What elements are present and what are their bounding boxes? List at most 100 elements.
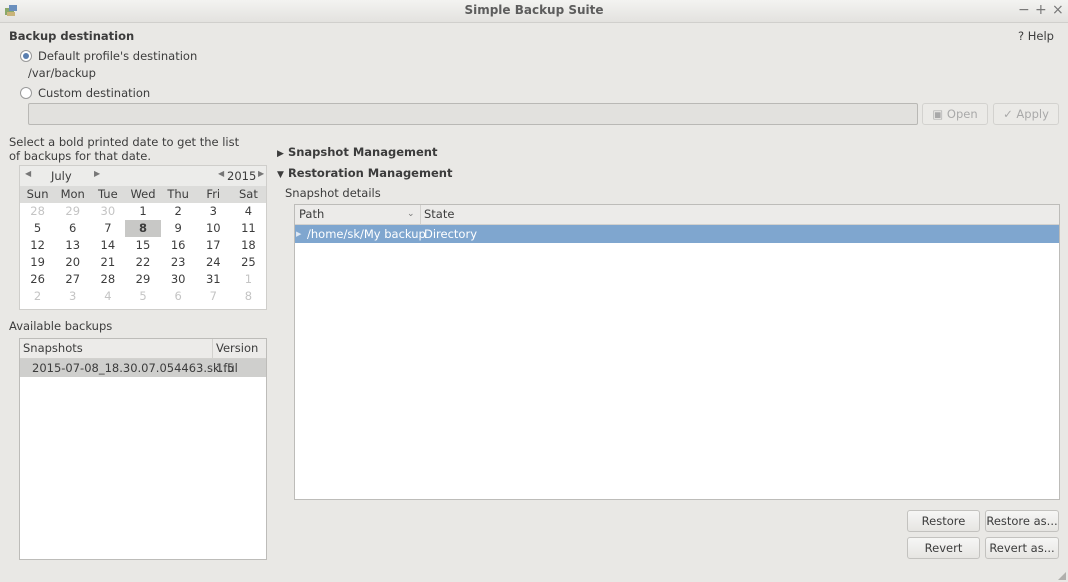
calendar-day[interactable]: 28 bbox=[20, 203, 55, 220]
backup-row[interactable]: 2015-07-08_18.30.07.054463.sk.ful 1.5 bbox=[20, 359, 266, 377]
snapshot-details-label: Snapshot details bbox=[285, 186, 381, 200]
maximize-button[interactable]: + bbox=[1035, 2, 1047, 18]
calendar-day[interactable]: 30 bbox=[161, 271, 196, 288]
calendar-day[interactable]: 24 bbox=[196, 254, 231, 271]
revert-as-button[interactable]: Revert as... bbox=[985, 537, 1059, 559]
backups-list[interactable]: Snapshots Version 2015-07-08_18.30.07.05… bbox=[19, 338, 267, 560]
open-button[interactable]: ▣ Open bbox=[922, 103, 988, 125]
weekday-header: Sun Mon Tue Wed Thu Fri Sat bbox=[20, 186, 266, 203]
calendar-day[interactable]: 25 bbox=[231, 254, 266, 271]
calendar-day[interactable]: 6 bbox=[161, 288, 196, 305]
calendar-day[interactable]: 28 bbox=[90, 271, 125, 288]
calendar-day[interactable]: 18 bbox=[231, 237, 266, 254]
snapshot-details-header: Path ⌄ State bbox=[295, 205, 1059, 225]
open-folder-icon: ▣ bbox=[932, 107, 944, 121]
calendar-day[interactable]: 22 bbox=[125, 254, 160, 271]
default-destination-radio[interactable] bbox=[20, 50, 32, 62]
restore-button[interactable]: Restore bbox=[907, 510, 980, 532]
calendar-day[interactable]: 8 bbox=[125, 220, 161, 237]
calendar-week: 12 13 14 15 16 17 18 bbox=[20, 237, 266, 254]
prev-month-icon[interactable]: ◀ bbox=[25, 169, 31, 178]
default-destination-label[interactable]: Default profile's destination bbox=[38, 49, 197, 63]
weekday-label: Sun bbox=[26, 187, 49, 201]
calendar-day[interactable]: 29 bbox=[55, 203, 90, 220]
default-destination-path: /var/backup bbox=[28, 66, 96, 80]
calendar-day[interactable]: 1 bbox=[125, 203, 160, 220]
calendar[interactable]: ◀ July ▶ ◀ 2015 ▶ Sun Mon Tue Wed Thu Fr… bbox=[19, 165, 267, 310]
calendar-day[interactable]: 23 bbox=[161, 254, 196, 271]
calendar-day[interactable]: 4 bbox=[231, 203, 266, 220]
calendar-day[interactable]: 3 bbox=[55, 288, 90, 305]
minimize-button[interactable]: − bbox=[1018, 2, 1030, 18]
weekday-label: Tue bbox=[98, 187, 118, 201]
apply-button-label: Apply bbox=[1016, 107, 1049, 121]
apply-button[interactable]: ✓ Apply bbox=[993, 103, 1059, 125]
available-backups-heading: Available backups bbox=[9, 319, 113, 333]
calendar-day[interactable]: 4 bbox=[90, 288, 125, 305]
calendar-day[interactable]: 13 bbox=[55, 237, 90, 254]
calendar-day[interactable]: 19 bbox=[20, 254, 55, 271]
calendar-day[interactable]: 20 bbox=[55, 254, 90, 271]
backup-version: 1.5 bbox=[216, 361, 235, 375]
restoration-management-expander[interactable]: ▼ Restoration Management bbox=[277, 166, 452, 180]
prev-year-icon[interactable]: ◀ bbox=[218, 169, 224, 178]
calendar-day[interactable]: 29 bbox=[125, 271, 160, 288]
detail-state: Directory bbox=[424, 227, 478, 241]
backups-list-header: Snapshots Version bbox=[20, 339, 266, 359]
resize-grip-icon[interactable] bbox=[1058, 572, 1066, 580]
expand-row-icon[interactable]: ▶ bbox=[296, 225, 301, 243]
column-header-snapshots[interactable]: Snapshots bbox=[23, 339, 83, 358]
calendar-week: 26 27 28 29 30 31 1 bbox=[20, 271, 266, 288]
calendar-day[interactable]: 12 bbox=[20, 237, 55, 254]
calendar-header: ◀ July ▶ ◀ 2015 ▶ bbox=[20, 166, 266, 186]
weekday-label: Wed bbox=[130, 187, 156, 201]
calendar-instructions: Select a bold printed date to get the li… bbox=[9, 135, 239, 163]
calendar-day[interactable]: 16 bbox=[161, 237, 196, 254]
detail-path: /home/sk/My backup bbox=[307, 227, 426, 241]
snapshot-details-tree[interactable]: Path ⌄ State ▶ /home/sk/My backup Direct… bbox=[294, 204, 1060, 500]
snapshot-detail-row[interactable]: ▶ /home/sk/My backup Directory bbox=[295, 225, 1059, 243]
calendar-day[interactable]: 17 bbox=[196, 237, 231, 254]
calendar-day[interactable]: 1 bbox=[231, 271, 266, 288]
calendar-day[interactable]: 3 bbox=[196, 203, 231, 220]
restore-as-button[interactable]: Restore as... bbox=[985, 510, 1059, 532]
custom-destination-input[interactable] bbox=[28, 103, 918, 125]
revert-button[interactable]: Revert bbox=[907, 537, 980, 559]
backup-destination-heading: Backup destination bbox=[9, 29, 135, 43]
calendar-day[interactable]: 8 bbox=[231, 288, 266, 305]
calendar-day[interactable]: 15 bbox=[125, 237, 160, 254]
calendar-instructions-line2: of backups for that date. bbox=[9, 149, 152, 163]
calendar-day[interactable]: 10 bbox=[196, 220, 231, 237]
calendar-day[interactable]: 2 bbox=[20, 288, 55, 305]
sort-chevron-icon[interactable]: ⌄ bbox=[407, 205, 415, 224]
calendar-day[interactable]: 2 bbox=[161, 203, 196, 220]
column-header-version[interactable]: Version bbox=[216, 339, 258, 358]
calendar-day[interactable]: 5 bbox=[125, 288, 160, 305]
calendar-day[interactable]: 31 bbox=[196, 271, 231, 288]
calendar-day[interactable]: 5 bbox=[20, 220, 55, 237]
calendar-month: July bbox=[51, 169, 72, 183]
calendar-day[interactable]: 9 bbox=[161, 220, 196, 237]
calendar-day[interactable]: 27 bbox=[55, 271, 90, 288]
calendar-year: 2015 bbox=[227, 169, 257, 183]
custom-destination-label[interactable]: Custom destination bbox=[38, 86, 150, 100]
calendar-instructions-line1: Select a bold printed date to get the li… bbox=[9, 135, 240, 149]
calendar-day[interactable]: 30 bbox=[90, 203, 125, 220]
calendar-day[interactable]: 26 bbox=[20, 271, 55, 288]
calendar-day[interactable]: 21 bbox=[90, 254, 125, 271]
snapshot-management-expander[interactable]: ▶ Snapshot Management bbox=[277, 145, 437, 159]
next-year-icon[interactable]: ▶ bbox=[258, 169, 264, 178]
column-header-path[interactable]: Path bbox=[299, 205, 324, 224]
calendar-day[interactable]: 14 bbox=[90, 237, 125, 254]
calendar-day[interactable]: 6 bbox=[55, 220, 90, 237]
calendar-day[interactable]: 7 bbox=[196, 288, 231, 305]
expander-expanded-icon: ▼ bbox=[277, 170, 284, 180]
calendar-day[interactable]: 7 bbox=[90, 220, 125, 237]
close-button[interactable]: × bbox=[1052, 2, 1064, 18]
custom-destination-radio[interactable] bbox=[20, 87, 32, 99]
calendar-day[interactable]: 11 bbox=[231, 220, 266, 237]
title-bar: Simple Backup Suite − + × bbox=[0, 0, 1068, 23]
column-header-state[interactable]: State bbox=[424, 205, 454, 224]
next-month-icon[interactable]: ▶ bbox=[94, 169, 100, 178]
help-button[interactable]: ? Help bbox=[1018, 29, 1054, 43]
